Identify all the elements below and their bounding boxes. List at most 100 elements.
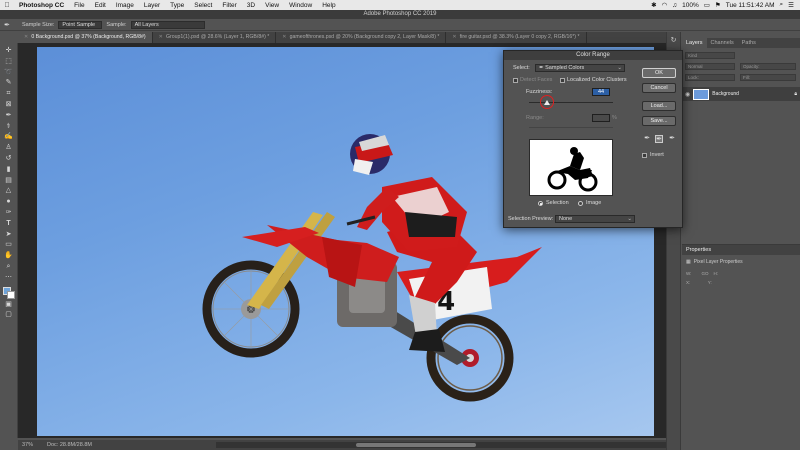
volume-icon[interactable]: ♫ <box>672 2 677 9</box>
menu-image[interactable]: Image <box>111 2 139 9</box>
crop-tool-icon[interactable]: ⌗ <box>2 89 16 100</box>
zoom-level[interactable]: 37% <box>22 440 33 450</box>
menu-type[interactable]: Type <box>165 2 189 9</box>
tab-layers[interactable]: Layers <box>682 38 707 48</box>
link-label[interactable]: GO <box>701 271 708 276</box>
image-radio[interactable] <box>578 201 583 206</box>
pen-tool-icon[interactable]: ✑ <box>2 208 16 219</box>
menu-help[interactable]: Help <box>317 2 340 9</box>
scrollbar-thumb[interactable] <box>356 443 476 447</box>
selection-preview-select[interactable]: None ⌄ <box>555 215 635 223</box>
close-icon[interactable]: ✕ <box>24 34 28 40</box>
doc-tab-group1[interactable]: ✕ Group1(1).psd @ 28.6% (Layer 1, RGB/8#)… <box>153 32 277 43</box>
gradient-tool-icon[interactable]: ▤ <box>2 176 16 187</box>
path-select-icon[interactable]: ➤ <box>2 230 16 241</box>
close-icon[interactable]: ✕ <box>452 34 456 40</box>
layer-row-background[interactable]: ◉ Background 🔒︎ <box>682 87 800 101</box>
quick-mask-icon[interactable]: ▣ <box>2 300 16 311</box>
ok-button[interactable]: OK <box>642 68 676 78</box>
eyedropper-add-icon[interactable]: ✒ <box>655 135 663 143</box>
eyedropper-tool-icon[interactable]: ✒ <box>4 21 18 29</box>
detect-faces-checkbox[interactable] <box>513 78 518 83</box>
flag-icon[interactable]: ⚑ <box>715 1 721 9</box>
doc-tab-background[interactable]: ✕ 0 Background.psd @ 37% (Background, RGB… <box>18 32 153 43</box>
more-tools-icon[interactable]: ⋯ <box>2 273 16 284</box>
opacity-field[interactable]: Opacity: <box>740 63 796 70</box>
close-icon[interactable]: ✕ <box>282 34 286 40</box>
menu-select[interactable]: Select <box>189 2 217 9</box>
color-swatches[interactable] <box>2 286 16 300</box>
lasso-tool-icon[interactable]: ➰ <box>2 68 16 79</box>
doc-size[interactable]: Doc: 28.8M/28.8M <box>47 440 92 450</box>
selection-preview-label: Selection Preview: <box>508 216 554 222</box>
close-icon[interactable]: ✕ <box>159 34 163 40</box>
eyedropper-subtract-icon[interactable]: ✒ <box>668 135 676 143</box>
healing-brush-icon[interactable]: ⚕ <box>2 122 16 133</box>
horizontal-scrollbar[interactable] <box>216 442 666 448</box>
menu-view[interactable]: View <box>260 2 284 9</box>
menu-edit[interactable]: Edit <box>90 2 111 9</box>
doc-tab-fire-guitar[interactable]: ✕ fire guitar.psd @ 38.3% (Layer 0 copy 2… <box>446 32 587 43</box>
mac-menubar:  Photoshop CC File Edit Image Layer Typ… <box>0 0 800 10</box>
apple-icon[interactable]:  <box>0 2 14 9</box>
eraser-tool-icon[interactable]: ▮ <box>2 165 16 176</box>
screen-mode-icon[interactable]: ▢ <box>2 310 16 321</box>
kind-filter[interactable]: Kind <box>685 52 735 59</box>
range-label: Range: <box>526 115 544 121</box>
menu-layer[interactable]: Layer <box>139 2 165 9</box>
localized-clusters-checkbox[interactable] <box>560 78 565 83</box>
tab-channels[interactable]: Channels <box>707 38 738 48</box>
menu-app-name[interactable]: Photoshop CC <box>14 2 69 9</box>
marquee-tool-icon[interactable]: ⬚ <box>2 57 16 68</box>
history-icon[interactable]: ↻ <box>671 36 677 44</box>
menu-file[interactable]: File <box>69 2 89 9</box>
fuzziness-label: Fuzziness: <box>526 89 553 95</box>
properties-panel: Properties ▦ Pixel Layer Properties W: G… <box>682 244 800 450</box>
zoom-tool-icon[interactable]: ⌕ <box>2 262 16 273</box>
wifi-icon[interactable]: ◠ <box>662 1 668 9</box>
cancel-button[interactable]: Cancel <box>642 83 676 93</box>
load-button[interactable]: Load... <box>642 101 676 111</box>
type-tool-icon[interactable]: T <box>2 219 16 230</box>
frame-tool-icon[interactable]: ⊠ <box>2 100 16 111</box>
menu-window[interactable]: Window <box>284 2 317 9</box>
selection-preview-value: None <box>559 216 573 222</box>
fuzziness-input[interactable]: 44 <box>592 88 610 96</box>
doc-tab-gameofthrones[interactable]: ✕ gameofthrones.psd @ 20% (Background cop… <box>276 32 447 43</box>
hand-tool-icon[interactable]: ✋ <box>2 251 16 262</box>
sample-size-select[interactable]: Point Sample <box>58 20 103 29</box>
move-tool-icon[interactable]: ✛ <box>2 46 16 57</box>
menu-3d[interactable]: 3D <box>242 2 260 9</box>
quick-select-tool-icon[interactable]: ✎ <box>2 78 16 89</box>
rectangle-tool-icon[interactable]: ▭ <box>2 240 16 251</box>
menu-list-icon[interactable]: ☰ <box>788 1 794 9</box>
save-button[interactable]: Save... <box>642 116 676 126</box>
search-icon[interactable]: ⌕ <box>780 1 784 9</box>
tab-paths[interactable]: Paths <box>738 38 760 48</box>
dodge-tool-icon[interactable]: ● <box>2 197 16 208</box>
invert-checkbox[interactable] <box>642 153 647 158</box>
blend-mode-select[interactable]: Normal <box>685 63 735 70</box>
eyedropper-icon[interactable]: ✒ <box>643 135 651 143</box>
lock-icon: 🔒︎ <box>794 91 797 97</box>
battery-percent[interactable]: 100% <box>682 2 699 9</box>
fill-field[interactable]: Fill: <box>740 74 796 81</box>
right-panels: ↻ ◐ Layers Channels Paths Kind Normal Op… <box>666 32 800 450</box>
stamp-tool-icon[interactable]: ♙ <box>2 143 16 154</box>
clock[interactable]: Tue 11:51:42 AM <box>726 2 775 9</box>
sample-select[interactable]: All Layers <box>130 20 205 29</box>
tools-panel: ✛ ⬚ ➰ ✎ ⌗ ⊠ ✒ ⚕ ✍ ♙ ↺ ▮ ▤ △ ● ✑ T ➤ ▭ ✋ … <box>0 43 18 438</box>
blur-tool-icon[interactable]: △ <box>2 186 16 197</box>
battery-icon[interactable]: ▭ <box>704 1 710 9</box>
history-brush-icon[interactable]: ↺ <box>2 154 16 165</box>
selection-preview-image[interactable] <box>529 139 613 196</box>
x-label: X: <box>686 280 691 285</box>
bluetooth-icon[interactable]: ✱ <box>651 1 656 9</box>
eyedropper-tool-icon[interactable]: ✒ <box>2 111 16 122</box>
brush-tool-icon[interactable]: ✍ <box>2 132 16 143</box>
selection-radio[interactable] <box>538 201 543 206</box>
background-color[interactable] <box>6 290 15 299</box>
menu-filter[interactable]: Filter <box>217 2 241 9</box>
eye-icon[interactable]: ◉ <box>685 91 690 98</box>
select-dropdown[interactable]: ✒ Sampled Colors ⌄ <box>535 64 625 72</box>
